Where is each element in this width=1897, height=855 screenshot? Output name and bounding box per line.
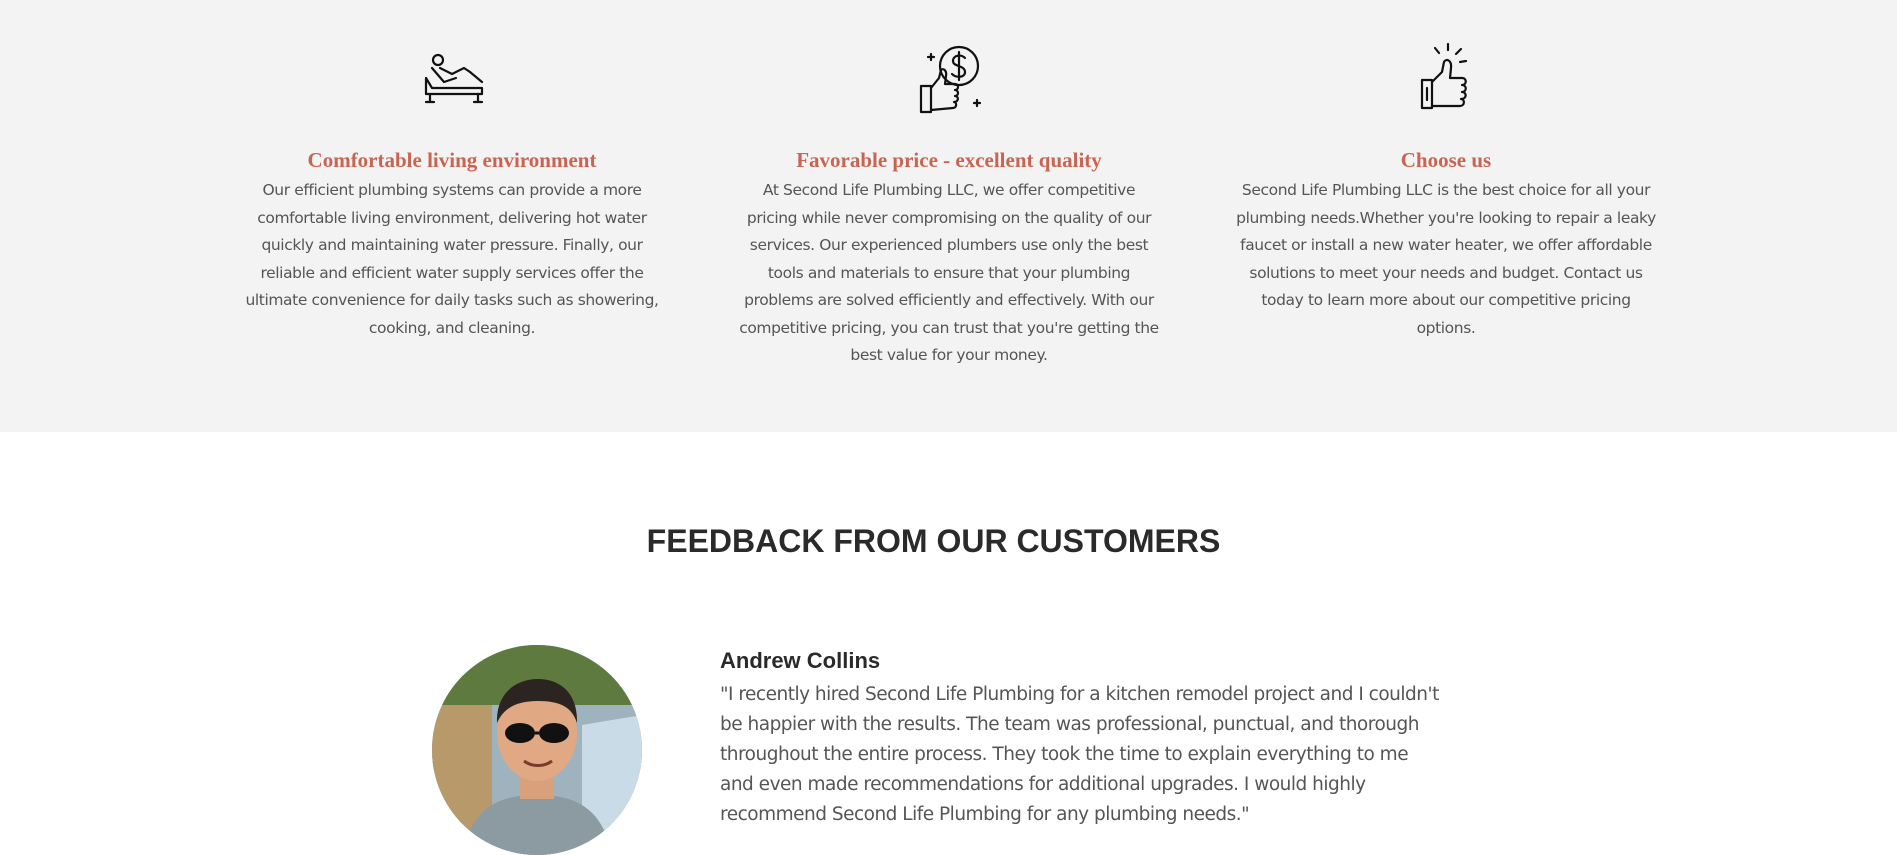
feature-description: Second Life Plumbing LLC is the best cho… [1236, 181, 1656, 337]
review-text: "I recently hired Second Life Plumbing f… [720, 684, 1439, 825]
features-section: Comfortable living environment Our effic… [0, 0, 1897, 432]
customer-avatar [432, 645, 642, 855]
thumbs-up-icon [1406, 38, 1486, 118]
reviewer-name: Andrew Collins [720, 648, 881, 673]
feature-description: At Second Life Plumbing LLC, we offer co… [739, 181, 1159, 364]
lounge-chair-icon [412, 38, 492, 118]
thumbs-up-dollar-icon [909, 38, 989, 118]
feature-title: Choose us [1400, 148, 1492, 172]
feature-description: Our efficient plumbing systems can provi… [245, 181, 659, 337]
feature-title: Comfortable living environment [307, 148, 597, 172]
feedback-section-title: FEEDBACK FROM OUR CUSTOMERS [646, 523, 1221, 559]
feature-title: Favorable price - excellent quality [796, 148, 1102, 172]
